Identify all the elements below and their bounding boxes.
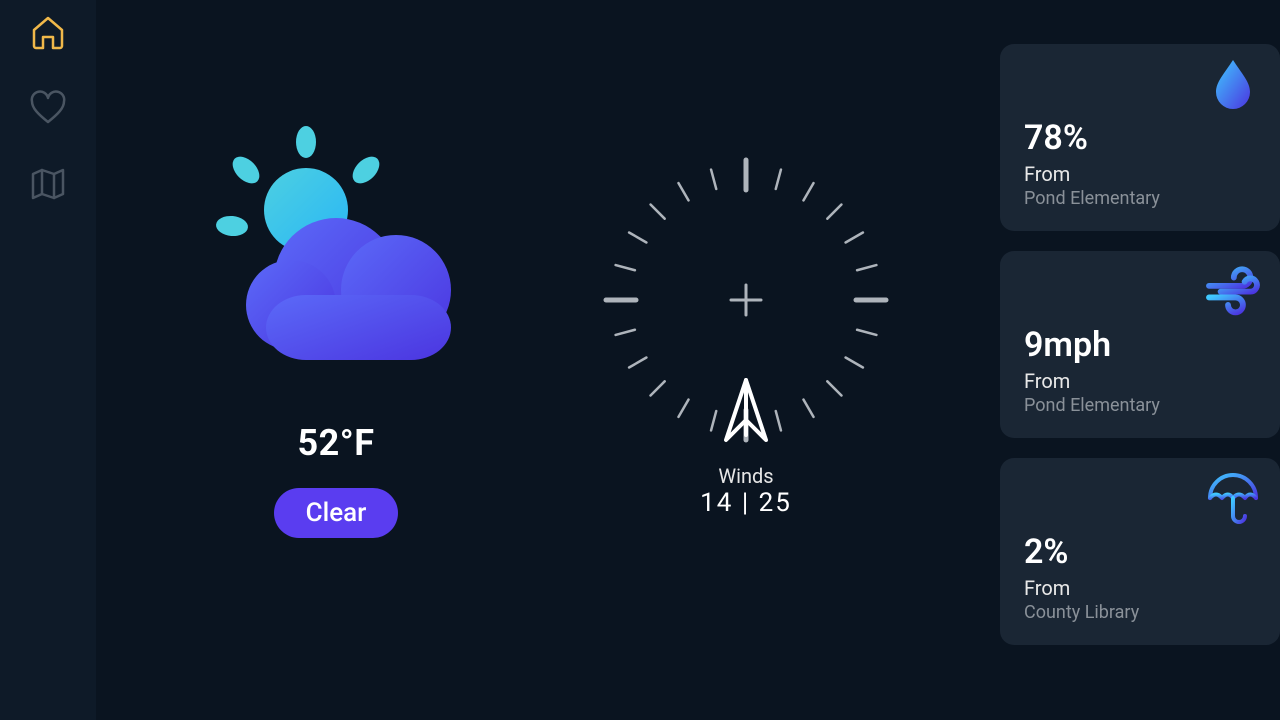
wind-compass: Winds 14 | 25 xyxy=(596,150,896,518)
sidebar-item-favorites[interactable] xyxy=(26,88,70,132)
card-wind[interactable]: 9mph From Pond Elementary xyxy=(1000,251,1280,438)
compass-dial xyxy=(596,150,896,450)
card-value: 9mph xyxy=(1024,325,1256,365)
card-label: From xyxy=(1024,369,1256,393)
card-label: From xyxy=(1024,576,1256,600)
card-humidity[interactable]: 78% From Pond Elementary xyxy=(1000,44,1280,231)
umbrella-icon xyxy=(1204,468,1262,530)
card-source: County Library xyxy=(1024,602,1256,623)
main-panel: 52°F Clear xyxy=(96,0,1000,720)
wind-icon xyxy=(1204,261,1262,323)
temperature-value: 52°F xyxy=(297,422,374,464)
compass-label: Winds xyxy=(700,464,792,488)
card-precipitation[interactable]: 2% From County Library xyxy=(1000,458,1280,645)
compass-values: 14 | 25 xyxy=(700,488,792,518)
drop-icon xyxy=(1204,54,1262,116)
heart-icon xyxy=(28,88,68,132)
home-icon xyxy=(28,12,68,56)
card-source: Pond Elementary xyxy=(1024,395,1256,416)
card-value: 2% xyxy=(1024,532,1256,572)
partly-cloudy-icon xyxy=(196,120,476,394)
card-source: Pond Elementary xyxy=(1024,188,1256,209)
card-label: From xyxy=(1024,162,1256,186)
sidebar xyxy=(0,0,96,720)
condition-badge: Clear xyxy=(274,488,399,538)
current-weather: 52°F Clear xyxy=(196,120,476,538)
sidebar-item-home[interactable] xyxy=(26,12,70,56)
card-value: 78% xyxy=(1024,118,1256,158)
sidebar-item-map[interactable] xyxy=(26,164,70,208)
map-icon xyxy=(28,164,68,208)
metrics-panel: 78% From Pond Elementary 9mph From Pond … xyxy=(1000,0,1280,720)
